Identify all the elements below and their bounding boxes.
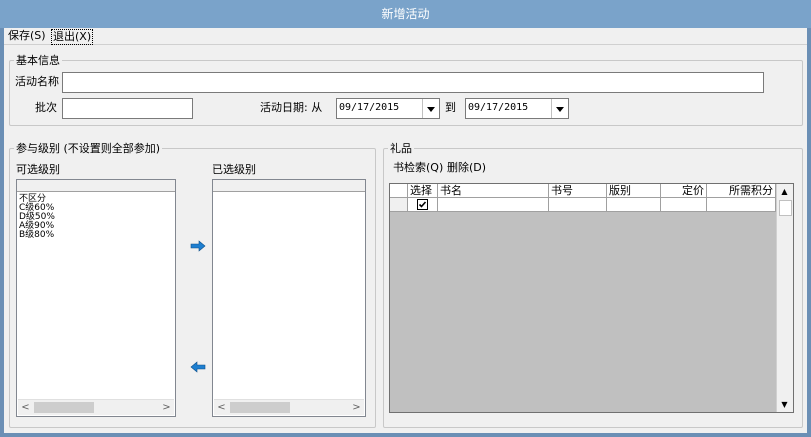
activity-date-from-label: 活动日期: 从 [260,101,323,114]
selected-levels-header [213,180,365,192]
column-header-book-name[interactable]: 书名 [438,184,549,198]
date-to-label: 到 [445,101,456,114]
available-levels-header [17,180,175,192]
checkbox-checked-icon[interactable] [417,199,428,210]
date-from-picker[interactable]: 09/17/2015 [336,98,440,119]
available-levels-hscrollbar[interactable]: < > [18,399,174,415]
activity-name-label: 活动名称 [15,75,59,88]
column-header-required-points[interactable]: 所需积分 [707,184,776,198]
move-left-arrow-icon[interactable] [190,361,206,373]
move-right-arrow-icon[interactable] [190,240,206,252]
levels-group: 参与级别 (不设置则全部参加) 可选级别 不区分 C级60% D级50% A级9… [9,142,376,428]
scroll-left-icon[interactable]: < [214,400,229,415]
activity-name-input[interactable] [62,72,764,93]
gifts-grid[interactable]: 选择 书名 书号 版别 定价 所需积分 ▲ ▼ [389,183,794,413]
row-header[interactable] [390,198,408,212]
select-cell[interactable] [408,198,438,212]
delete-button[interactable]: 删除(D) [447,161,486,175]
column-header-edition[interactable]: 版别 [607,184,661,198]
book-name-cell[interactable] [438,198,549,212]
gifts-legend: 礼品 [388,142,414,155]
gifts-group: 礼品 书检索(Q) 删除(D) 选择 书名 书号 版别 定价 所需积分 ▲ ▼ [383,142,803,428]
date-to-picker[interactable]: 09/17/2015 [465,98,569,119]
list-item[interactable]: B级80% [19,231,54,240]
date-to-dropdown-icon[interactable] [551,99,568,118]
window-title: 新增活动 [381,7,430,21]
scroll-down-icon[interactable]: ▼ [777,397,792,412]
date-from-dropdown-icon[interactable] [422,99,439,118]
column-header-book-number[interactable]: 书号 [549,184,607,198]
scroll-thumb[interactable] [230,402,290,413]
date-to-value: 09/17/2015 [468,102,529,113]
gifts-vscrollbar[interactable]: ▲ ▼ [776,184,793,412]
price-cell[interactable] [661,198,707,212]
scroll-right-icon[interactable]: > [159,400,174,415]
column-header-price[interactable]: 定价 [661,184,707,198]
basic-info-legend: 基本信息 [14,54,62,67]
book-search-button[interactable]: 书检索(Q) [393,161,443,175]
available-levels-list[interactable]: 不区分 C级60% D级50% A级90% B级80% < > [16,179,176,417]
menu-save[interactable]: 保存(S) [7,29,47,43]
book-number-cell[interactable] [549,198,607,212]
scroll-left-icon[interactable]: < [18,400,33,415]
selected-levels-label: 已选级别 [212,163,256,176]
scroll-up-icon[interactable]: ▲ [777,184,792,199]
scroll-right-icon[interactable]: > [349,400,364,415]
edition-cell[interactable] [607,198,661,212]
required-points-cell[interactable] [707,198,776,212]
menu-bar: 保存(S) 退出(X) [4,28,807,45]
window-client: 保存(S) 退出(X) 基本信息 活动名称 批次 活动日期: 从 09/17/2… [4,28,807,433]
basic-info-group: 基本信息 活动名称 批次 活动日期: 从 09/17/2015 到 09/17/… [9,54,803,126]
column-header-select[interactable]: 选择 [408,184,438,198]
date-from-value: 09/17/2015 [339,102,400,113]
row-header-corner [390,184,408,198]
title-bar: 新增活动 [0,0,811,28]
levels-legend: 参与级别 (不设置则全部参加) [14,142,163,155]
available-levels-label: 可选级别 [16,163,60,176]
selected-levels-hscrollbar[interactable]: < > [214,399,364,415]
menu-exit[interactable]: 退出(X) [51,29,94,45]
scroll-thumb[interactable] [779,200,792,216]
batch-input[interactable] [62,98,193,119]
scroll-thumb[interactable] [34,402,94,413]
selected-levels-list[interactable]: < > [212,179,366,417]
batch-label: 批次 [35,101,57,114]
